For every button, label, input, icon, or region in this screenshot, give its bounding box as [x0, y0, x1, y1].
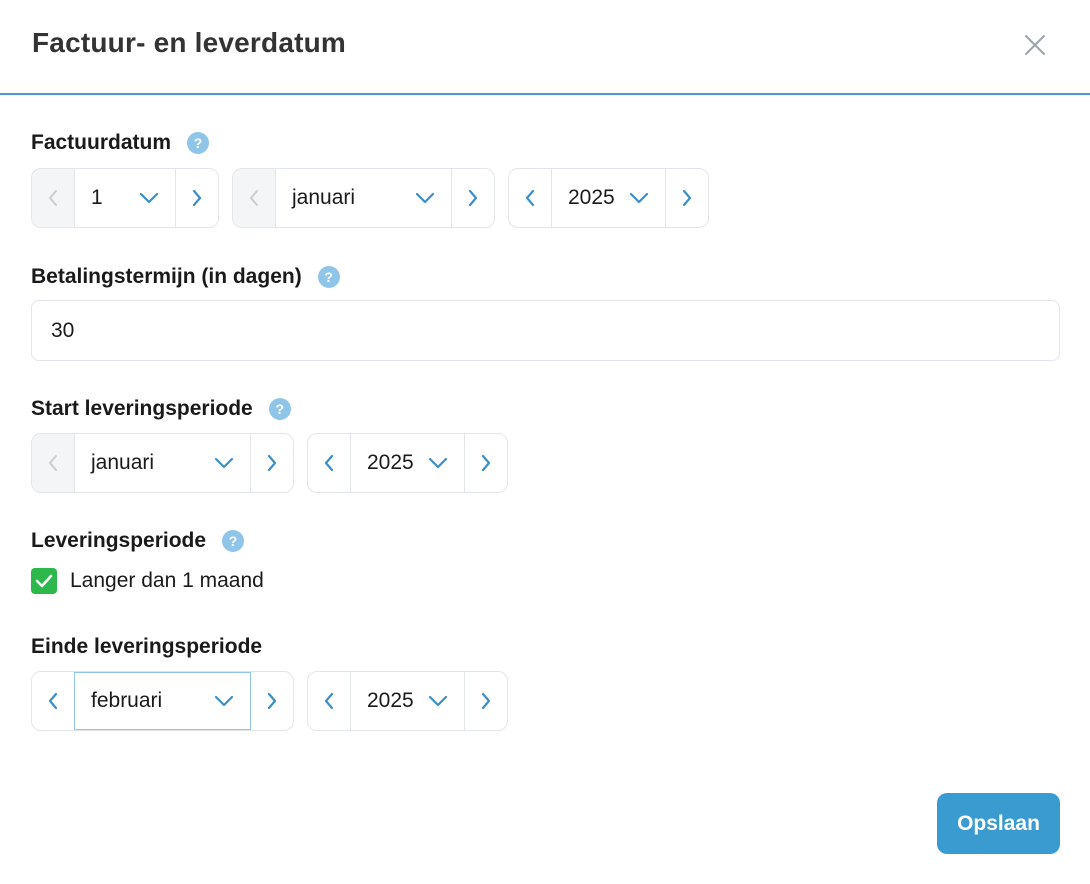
invoice-year-picker: 2025 — [508, 168, 709, 228]
dialog-header: Factuur- en leverdatum — [0, 0, 1090, 95]
delivery-start-year-picker: 2025 — [307, 433, 508, 493]
chevron-left-icon — [49, 190, 57, 206]
chevron-right-icon — [267, 454, 277, 472]
next-year-button[interactable] — [666, 169, 708, 227]
invoice-day-picker: 1 — [31, 168, 219, 228]
checkmark-icon — [35, 574, 53, 588]
longer-than-month-checkbox-row[interactable]: Langer dan 1 maand — [31, 568, 264, 594]
chevron-left-icon — [324, 692, 334, 710]
next-year-button[interactable] — [465, 672, 507, 730]
delivery-end-year-picker: 2025 — [307, 671, 508, 731]
prev-day-button[interactable] — [32, 169, 74, 227]
dialog-title: Factuur- en leverdatum — [32, 27, 347, 58]
prev-month-button[interactable] — [32, 434, 74, 492]
next-day-button[interactable] — [176, 169, 218, 227]
close-icon[interactable] — [1018, 28, 1052, 62]
chevron-right-icon — [481, 692, 491, 710]
delivery-end-year-select[interactable]: 2025 — [350, 672, 465, 730]
chevron-left-icon — [525, 189, 535, 207]
checkbox-checked[interactable] — [31, 568, 57, 594]
delivery-period-label: Leveringsperiode ? — [31, 529, 245, 553]
next-year-button[interactable] — [465, 434, 507, 492]
chevron-down-icon — [428, 457, 448, 469]
chevron-down-icon — [629, 192, 649, 204]
help-icon[interactable]: ? — [317, 266, 340, 288]
delivery-end-month-select[interactable]: februari — [74, 672, 251, 730]
prev-year-button[interactable] — [509, 169, 551, 227]
help-icon[interactable]: ? — [222, 530, 245, 552]
prev-month-button[interactable] — [233, 169, 275, 227]
prev-year-button[interactable] — [308, 672, 350, 730]
chevron-down-icon — [139, 192, 159, 204]
payment-term-label: Betalingstermijn (in dagen) ? — [31, 265, 340, 289]
prev-year-button[interactable] — [308, 434, 350, 492]
chevron-right-icon — [682, 189, 692, 207]
chevron-down-icon — [214, 457, 234, 469]
invoice-month-select[interactable]: januari — [275, 169, 452, 227]
delivery-start-year-select[interactable]: 2025 — [350, 434, 465, 492]
prev-month-button[interactable] — [32, 672, 74, 730]
save-button[interactable]: Opslaan — [937, 793, 1060, 854]
delivery-start-month-picker: januari — [31, 433, 294, 493]
next-month-button[interactable] — [452, 169, 494, 227]
invoice-day-select[interactable]: 1 — [74, 169, 176, 227]
chevron-down-icon — [415, 192, 435, 204]
delivery-end-month-picker: februari — [31, 671, 294, 731]
next-month-button[interactable] — [251, 434, 293, 492]
chevron-right-icon — [192, 189, 202, 207]
invoice-date-label: Factuurdatum ? — [31, 131, 210, 155]
chevron-left-icon — [250, 190, 258, 206]
chevron-down-icon — [428, 695, 448, 707]
chevron-right-icon — [481, 454, 491, 472]
chevron-right-icon — [468, 189, 478, 207]
delivery-start-label: Start leveringsperiode ? — [31, 397, 291, 421]
chevron-down-icon — [214, 695, 234, 707]
chevron-left-icon — [49, 455, 57, 471]
payment-term-input[interactable]: 30 — [31, 300, 1060, 361]
chevron-left-icon — [324, 454, 334, 472]
checkbox-label: Langer dan 1 maand — [70, 569, 264, 592]
invoice-month-picker: januari — [232, 168, 495, 228]
invoice-year-select[interactable]: 2025 — [551, 169, 666, 227]
next-month-button[interactable] — [251, 672, 293, 730]
delivery-end-label: Einde leveringsperiode — [31, 635, 263, 658]
help-icon[interactable]: ? — [187, 132, 210, 154]
delivery-start-month-select[interactable]: januari — [74, 434, 251, 492]
chevron-right-icon — [267, 692, 277, 710]
help-icon[interactable]: ? — [268, 398, 291, 420]
chevron-left-icon — [48, 692, 58, 710]
